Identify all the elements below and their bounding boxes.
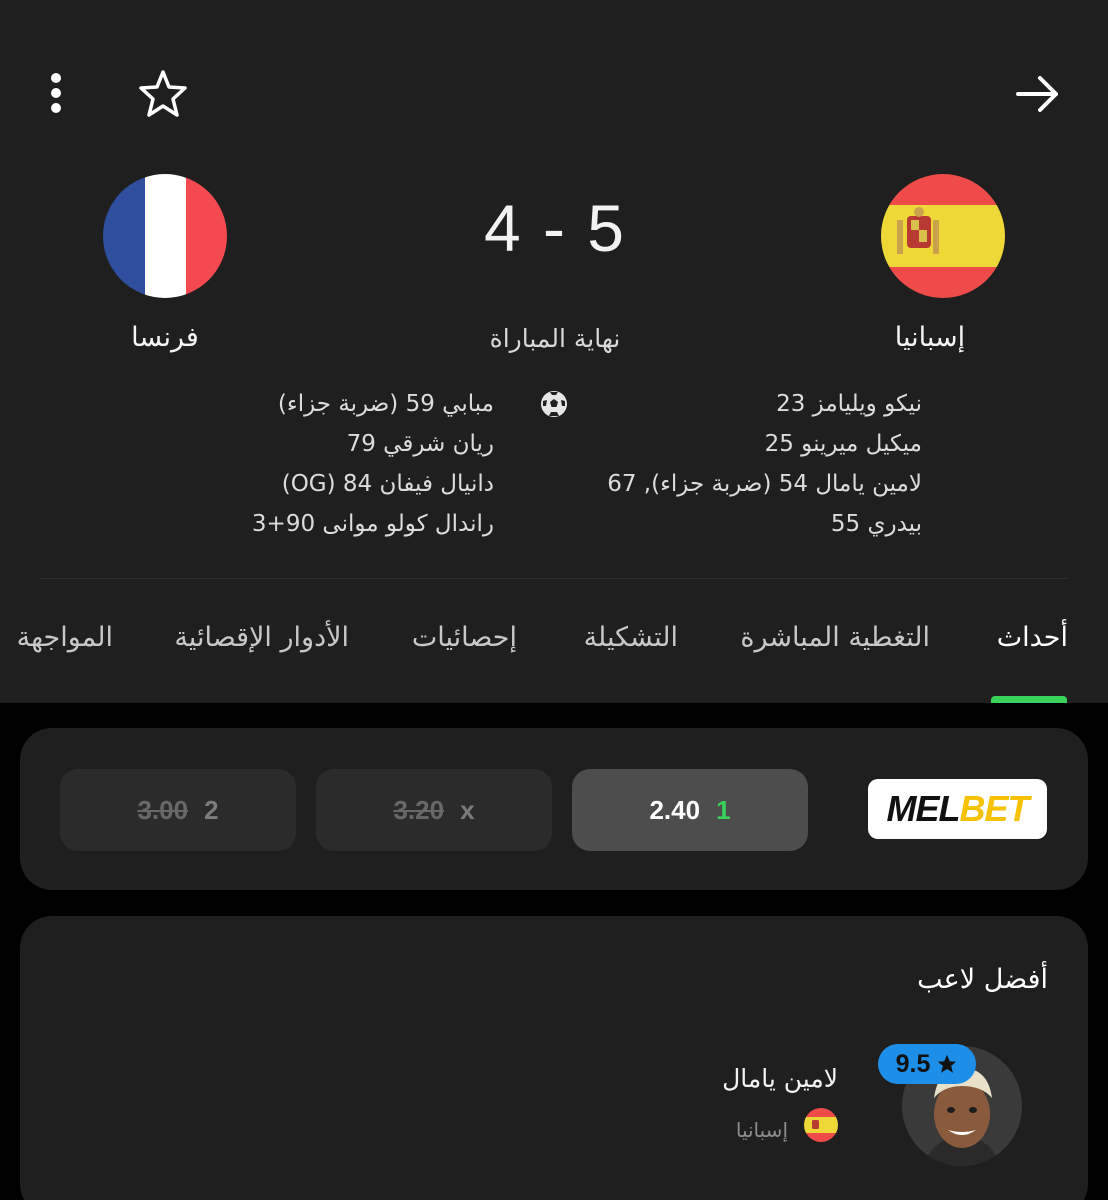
- odd-away-button[interactable]: 3.00 2: [60, 769, 296, 851]
- odd-value: 3.00: [137, 794, 189, 825]
- odd-label: 1: [716, 794, 731, 825]
- scorer-item: نيكو ويليامز 23: [776, 391, 922, 417]
- home-scorers-list: نيكو ويليامز 23 ميكيل ميرينو 25 لامين يا…: [542, 386, 922, 546]
- soccer-ball-icon: [541, 391, 567, 417]
- more-vertical-icon[interactable]: [36, 70, 76, 116]
- tab-events[interactable]: أحداث: [997, 622, 1068, 653]
- scorer-item: دانيال فيفان 84 (OG): [281, 471, 494, 497]
- odd-home-button[interactable]: 2.40 1: [572, 769, 808, 851]
- scorer-item: راندال كولو موانى 90+3: [251, 511, 494, 537]
- odd-draw-button[interactable]: 3.20 x: [316, 769, 552, 851]
- scorer-item: ريان شرقي 79: [346, 431, 494, 457]
- active-tab-indicator: [991, 696, 1067, 703]
- odd-label: x: [460, 794, 475, 825]
- match-score: 4 - 5: [483, 191, 627, 265]
- rating-value: 9.5: [895, 1049, 931, 1078]
- arrow-right-icon[interactable]: [1010, 68, 1064, 120]
- tab-live-coverage[interactable]: التغطية المباشرة: [740, 622, 930, 653]
- scorer-item: مبابي 59 (ضربة جزاء): [277, 391, 494, 417]
- home-team-name[interactable]: إسبانيا: [820, 322, 1040, 353]
- scorer-item: بيدري 55: [830, 511, 922, 537]
- best-player-card[interactable]: أفضل لاعب 9.5 لامين يامال إسبانيا: [20, 916, 1088, 1200]
- away-scorers-list: مبابي 59 (ضربة جزاء) ريان شرقي 79 دانيال…: [114, 386, 494, 546]
- player-team: إسبانيا: [735, 1118, 788, 1142]
- tab-head-to-head[interactable]: المواجهة: [17, 622, 113, 653]
- scorer-item: لامين يامال 54 (ضربة جزاء), 67: [607, 471, 922, 497]
- bookmaker-logo[interactable]: MEL BET: [868, 779, 1047, 839]
- odd-value: 3.20: [393, 794, 445, 825]
- player-name: لامين يامال: [722, 1064, 838, 1093]
- odds-card: 3.00 2 3.20 x 2.40 1 MEL BET: [20, 728, 1088, 890]
- star-icon[interactable]: [136, 68, 190, 120]
- spain-flag-icon: [804, 1108, 838, 1142]
- match-status: نهاية المباراة: [489, 324, 621, 353]
- tab-knockout[interactable]: الأدوار الإقصائية: [174, 622, 349, 653]
- france-flag[interactable]: [103, 174, 227, 298]
- spain-flag[interactable]: [881, 174, 1005, 298]
- match-header: 4 - 5 فرنسا إسبانيا نهاية المباراة نيكو …: [0, 0, 1108, 703]
- tab-lineup[interactable]: التشكيلة: [584, 622, 678, 653]
- scorer-item: ميكيل ميرينو 25: [764, 431, 922, 457]
- odd-value: 2.40: [649, 794, 701, 825]
- odd-label: 2: [204, 794, 219, 825]
- divider: [40, 578, 1068, 579]
- away-team-name[interactable]: فرنسا: [55, 322, 275, 353]
- best-player-title: أفضل لاعب: [917, 964, 1048, 995]
- star-icon: [938, 1054, 957, 1073]
- logo-text-part2: BET: [959, 788, 1030, 829]
- tab-stats[interactable]: إحصائيات: [412, 622, 517, 653]
- rating-badge: 9.5: [878, 1044, 976, 1084]
- logo-text-part1: MEL: [886, 788, 961, 829]
